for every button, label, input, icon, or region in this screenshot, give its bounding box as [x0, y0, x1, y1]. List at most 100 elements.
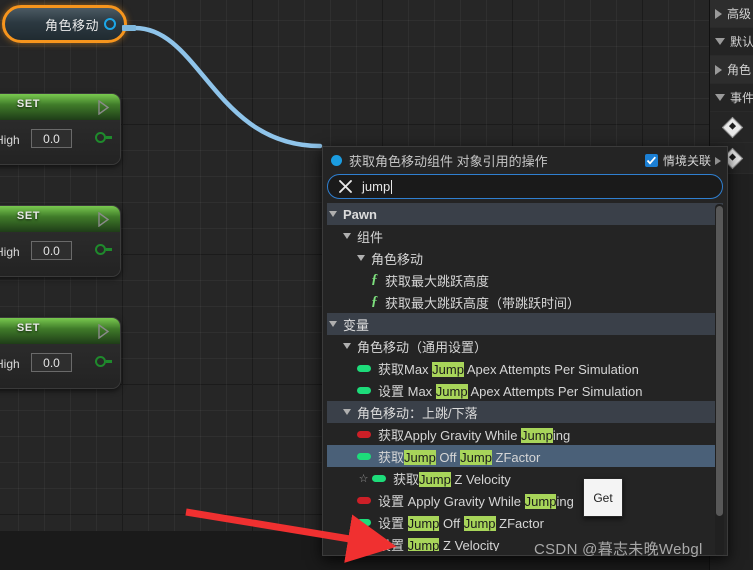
node-set-1[interactable]: SET High 0.0 [0, 93, 121, 165]
side-row-events[interactable]: 事件 [710, 84, 753, 112]
set-node-header: SET [0, 318, 120, 344]
object-reference-pin-icon[interactable] [104, 18, 116, 30]
data-out-pin-icon[interactable] [95, 356, 106, 367]
set-node-body: High 0.0 [0, 232, 120, 276]
variable-pin-icon [372, 474, 386, 482]
variable-pin-icon [357, 386, 371, 394]
exec-out-pin-icon[interactable] [97, 324, 111, 339]
object-bullet-icon [331, 155, 342, 166]
action-list-item[interactable]: 设置 Jump Off Jump ZFactor [327, 511, 723, 533]
search-input-value: jump [362, 179, 391, 194]
set-pin-label: High [0, 245, 20, 259]
action-category-row[interactable]: Pawn [327, 203, 723, 225]
action-item-label: 角色移动：上跳/下落 [357, 405, 478, 421]
watermark-text: CSDN @暮志未晚Webgl [534, 541, 703, 558]
action-item-label: 获取Apply Gravity While Jumping [378, 427, 571, 443]
twirl-down-icon[interactable] [329, 211, 337, 217]
action-item-label: 变量 [343, 317, 370, 333]
set-pin-label: High [0, 357, 20, 371]
set-node-header: SET [0, 206, 120, 232]
action-list-item[interactable]: 角色移动（通用设置） [327, 335, 723, 357]
data-out-pin-icon[interactable] [95, 244, 106, 255]
set-pin-value-input[interactable]: 0.0 [31, 353, 72, 372]
action-item-label: 获取最大跳跃高度 [385, 273, 490, 289]
action-list-item[interactable]: ƒ 获取最大跳跃高度 [327, 269, 723, 291]
action-item-label: 获取最大跳跃高度（带跳跃时间） [385, 295, 581, 311]
chevron-right-icon[interactable] [715, 156, 721, 165]
search-input[interactable]: jump [327, 174, 723, 199]
side-event-row-1[interactable] [710, 112, 753, 143]
action-list-item[interactable]: 获取Jump Off Jump ZFactor [327, 445, 723, 467]
set-pin-value-input[interactable]: 0.0 [31, 129, 72, 148]
favorite-star-icon[interactable]: ☆ [357, 472, 370, 485]
side-row-default[interactable]: 默认 [710, 28, 753, 56]
side-row-label: 角色 [727, 63, 752, 77]
context-menu-title: 获取角色移动组件 对象引用的操作 [349, 154, 548, 169]
side-row-label: 高级 [727, 7, 752, 21]
action-item-label: 设置 Jump Z Velocity [378, 537, 500, 551]
context-sensitive-label[interactable]: 情境关联 [663, 152, 711, 169]
action-item-label: 角色移动（通用设置） [357, 339, 488, 355]
data-out-stub [106, 136, 112, 139]
chevron-down-icon [715, 94, 725, 101]
action-list-item[interactable]: ☆ 获取Jump Z Velocity [327, 467, 723, 489]
action-list-item[interactable]: ƒ 获取最大跳跃高度（带跳跃时间） [327, 291, 723, 313]
action-item-label: 获取Jump Off Jump ZFactor [378, 449, 541, 465]
action-category-row[interactable]: 变量 [327, 313, 723, 335]
exec-out-pin-icon[interactable] [97, 212, 111, 227]
action-list-item[interactable]: 获取Max Jump Apex Attempts Per Simulation [327, 357, 723, 379]
twirl-down-icon[interactable] [329, 321, 337, 327]
action-list-item[interactable]: 设置 Max Jump Apex Attempts Per Simulation [327, 379, 723, 401]
variable-pin-icon [357, 364, 371, 372]
node-set-3[interactable]: SET High 0.0 [0, 317, 121, 389]
action-list-item[interactable]: 组件 [327, 225, 723, 247]
get-tooltip: Get [583, 478, 623, 517]
twirl-down-icon[interactable] [343, 409, 351, 415]
action-item-label: 设置 Jump Off Jump ZFactor [378, 515, 544, 531]
variable-pin-icon [357, 430, 371, 438]
set-pin-value-input[interactable]: 0.0 [31, 241, 72, 260]
variable-pin-icon [357, 518, 371, 526]
data-out-pin-icon[interactable] [95, 132, 106, 143]
side-row-advanced[interactable]: 高级 [710, 0, 753, 28]
function-icon: ƒ [371, 272, 378, 287]
event-diamond-icon[interactable] [721, 116, 744, 138]
variable-pin-icon [357, 540, 371, 548]
action-list-item[interactable]: 设置 Apply Gravity While Jumping [327, 489, 723, 511]
data-out-stub [106, 248, 112, 251]
set-pin-label: High [0, 133, 20, 147]
action-item-label: 获取Jump Z Velocity [393, 471, 511, 487]
context-action-menu: 获取角色移动组件 对象引用的操作 情境关联 jump Pawn 组件角色移动 ƒ 获取… [322, 146, 728, 556]
chevron-down-icon [715, 38, 725, 45]
clear-x-icon[interactable] [338, 179, 353, 194]
action-item-label: 设置 Max Jump Apex Attempts Per Simulation [378, 383, 643, 399]
set-node-body: High 0.0 [0, 120, 120, 164]
screenshot-root: 角色移动 SET High 0.0 SET High 0.0 [0, 0, 753, 570]
action-item-label: 角色移动 [371, 251, 424, 267]
node-set-2[interactable]: SET High 0.0 [0, 205, 121, 277]
action-category-row[interactable]: 角色移动：上跳/下落 [327, 401, 723, 423]
action-item-label: 组件 [357, 229, 384, 245]
tooltip-label: Get [593, 490, 613, 505]
scrollbar-thumb[interactable] [716, 206, 723, 516]
variable-pin-icon [357, 496, 371, 504]
context-menu-header: 获取角色移动组件 对象引用的操作 情境关联 [323, 147, 727, 174]
exec-out-pin-icon[interactable] [97, 100, 111, 115]
node-character-movement[interactable]: 角色移动 [2, 5, 127, 43]
action-list-scrollbar[interactable] [715, 204, 724, 555]
twirl-down-icon[interactable] [343, 233, 351, 239]
side-row-character[interactable]: 角色 [710, 56, 753, 84]
text-caret [391, 179, 393, 194]
variable-pin-icon [357, 452, 371, 460]
action-item-label: 获取Max Jump Apex Attempts Per Simulation [378, 361, 639, 377]
action-list[interactable]: Pawn 组件角色移动 ƒ 获取最大跳跃高度 ƒ 获取最大跳跃高度（带跳跃时间） 变量角色移… [327, 203, 723, 551]
twirl-down-icon[interactable] [343, 343, 351, 349]
set-node-header: SET [0, 94, 120, 120]
context-sensitive-checkbox[interactable] [644, 154, 658, 167]
action-list-item[interactable]: 角色移动 [327, 247, 723, 269]
side-row-label: 事件 [730, 91, 753, 105]
function-icon: ƒ [371, 294, 378, 309]
action-list-item[interactable]: 获取Apply Gravity While Jumping [327, 423, 723, 445]
set-node-body: High 0.0 [0, 344, 120, 388]
twirl-down-icon[interactable] [357, 255, 365, 261]
